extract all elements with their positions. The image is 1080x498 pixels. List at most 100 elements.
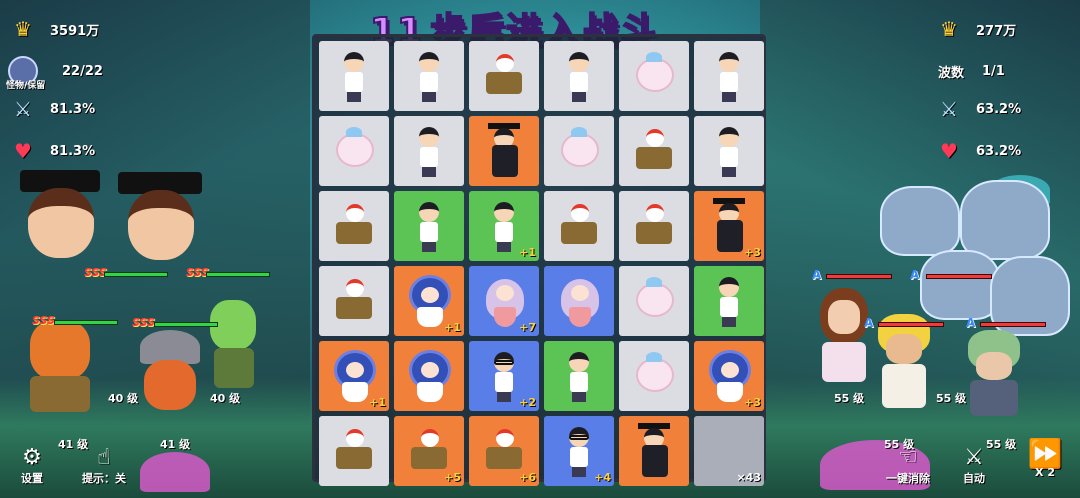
board-tile-cannon[interactable]: +5 [394, 416, 464, 486]
board-tile-boy[interactable] [544, 41, 614, 111]
boy-piece [407, 48, 451, 104]
speed-toggle-button[interactable]: ⏩ X 2 [1020, 440, 1070, 480]
board-tile-glasses[interactable]: +4 [544, 416, 614, 486]
clear-all-button[interactable]: ☜ 一键消除 [878, 446, 938, 486]
board-tile-pig[interactable] [619, 341, 689, 411]
graduate-piece [632, 423, 676, 479]
board-tile-boy[interactable] [694, 41, 764, 111]
health-bar [104, 272, 168, 277]
crown-coin-icon: ♛ [940, 17, 958, 41]
health-bar [878, 322, 944, 327]
attack-sword-icon: ⚔ [14, 97, 32, 121]
rank-badge: SSS [132, 316, 155, 329]
left-monster-label: 怪物/保留 [6, 81, 46, 91]
graduate-piece [482, 123, 526, 179]
tile-bonus-count: ×43 [736, 471, 761, 484]
unit-level: 40 级 [108, 392, 139, 405]
right-attack-value: 63.2% [976, 101, 1022, 117]
board-tile-mermaid[interactable]: +7 [469, 266, 539, 336]
enemy-green-hair-soldier[interactable] [960, 326, 1030, 426]
board-tile-cannon[interactable] [319, 416, 389, 486]
tile-bonus-count: +1 [519, 246, 536, 259]
cannon-piece [332, 198, 376, 254]
boy-piece [557, 48, 601, 104]
board-tile-boy[interactable] [394, 191, 464, 261]
pig-piece [632, 273, 676, 329]
right-hp-value: 63.2% [976, 143, 1022, 159]
unit-level: 40 级 [210, 392, 241, 405]
health-bar [826, 274, 892, 279]
board-tile-boy[interactable] [694, 266, 764, 336]
boy-piece [407, 123, 451, 179]
board-tile-cannon[interactable] [619, 191, 689, 261]
boy-piece [707, 273, 751, 329]
board-tile-bluegirl[interactable]: +1 [319, 341, 389, 411]
health-bar [206, 272, 270, 277]
auto-battle-button[interactable]: ⚔ 自动 [950, 446, 998, 486]
settings-button[interactable]: ⚙ 设置 [12, 446, 52, 486]
tile-bonus-count: +1 [444, 321, 461, 334]
board-tile-pig[interactable] [619, 266, 689, 336]
board-tile-cannon[interactable] [319, 191, 389, 261]
board-tile-graduate[interactable]: +3 [694, 191, 764, 261]
hint-toggle-button[interactable]: ☝ 提示：关 [76, 446, 132, 486]
mermaid-piece [557, 273, 601, 329]
boy-piece [407, 198, 451, 254]
grade-badge: A [864, 316, 874, 330]
board-tile-pig[interactable] [319, 116, 389, 186]
board-tile-stone[interactable]: ×43 [694, 416, 764, 486]
board-tile-mermaid[interactable] [544, 266, 614, 336]
board-tile-boy[interactable] [319, 41, 389, 111]
grade-badge: A [812, 268, 822, 282]
board-tile-pig[interactable] [619, 41, 689, 111]
settings-label: 设置 [21, 472, 43, 485]
match-board: +1 +3 +1 +7 +1 +2 +3 +5 +6 +4 ×43 [312, 34, 766, 486]
board-tile-cannon[interactable]: +6 [469, 416, 539, 486]
enemy-wolf[interactable] [960, 180, 1050, 260]
board-tile-boy[interactable]: +1 [469, 191, 539, 261]
gear-icon: ⚙ [22, 445, 42, 470]
cannon-piece [632, 123, 676, 179]
unit-level: 55 级 [936, 392, 967, 405]
board-tile-bluegirl[interactable]: +3 [694, 341, 764, 411]
board-tile-pig[interactable] [544, 116, 614, 186]
left-attack-value: 81.3% [50, 101, 96, 117]
left-monster-count: 22/22 [62, 63, 103, 79]
board-tile-bluegirl[interactable]: +1 [394, 266, 464, 336]
board-tile-cannon[interactable] [544, 191, 614, 261]
pig-piece [632, 348, 676, 404]
pig-piece [632, 48, 676, 104]
bluegirl-piece [407, 348, 451, 404]
board-tile-cannon[interactable] [469, 41, 539, 111]
board-tile-graduate[interactable] [469, 116, 539, 186]
board-tile-cannon[interactable] [619, 116, 689, 186]
game-scene: ♛ 3591万 22/22 怪物/保留 ⚔ 81.3% ♥ 81.3% ♛ 27… [0, 0, 1080, 498]
board-tile-boy[interactable] [394, 116, 464, 186]
cannon-piece [557, 198, 601, 254]
board-tile-glasses[interactable]: +2 [469, 341, 539, 411]
enemy-wolf[interactable] [880, 186, 960, 256]
grade-badge: A [910, 268, 920, 282]
board-tile-graduate[interactable] [619, 416, 689, 486]
board-tile-boy[interactable] [694, 116, 764, 186]
tile-bonus-count: +4 [594, 471, 611, 484]
mushroom-decor [140, 452, 210, 492]
unit-level: 55 级 [834, 392, 865, 405]
health-heart-icon: ♥ [940, 139, 958, 163]
right-wave-label: 波数 [938, 66, 965, 81]
right-wave-value: 1/1 [982, 64, 1005, 79]
boy-piece [707, 48, 751, 104]
pig-piece [332, 123, 376, 179]
pig-piece [557, 123, 601, 179]
board-tile-boy[interactable] [394, 41, 464, 111]
board-tile-bluegirl[interactable] [394, 341, 464, 411]
board-tile-boy[interactable] [544, 341, 614, 411]
left-unit-graduate-1[interactable] [10, 170, 110, 280]
board-tile-cannon[interactable] [319, 266, 389, 336]
left-unit-elf-archer[interactable] [196, 290, 276, 400]
left-hp-value: 81.3% [50, 143, 96, 159]
pointing-hand-icon: ☝ [97, 445, 111, 470]
health-bar [980, 322, 1046, 327]
cannon-piece [482, 48, 526, 104]
right-gold-value: 277万 [976, 23, 1017, 39]
